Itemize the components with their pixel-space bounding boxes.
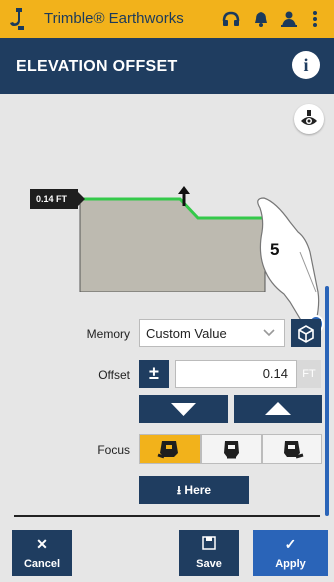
focus-option-right[interactable]	[262, 434, 322, 464]
eye-view-button[interactable]	[294, 104, 324, 134]
focus-label: Focus	[97, 443, 130, 457]
cancel-button[interactable]: ✕ Cancel	[12, 530, 72, 576]
offset-label: Offset	[98, 368, 130, 382]
info-icon[interactable]: i	[292, 51, 320, 79]
offset-value-input[interactable]: 0.14	[175, 360, 297, 388]
box-icon	[298, 325, 314, 343]
offset-down-button[interactable]	[139, 395, 228, 423]
person-icon[interactable]	[280, 10, 298, 28]
headset-icon[interactable]	[222, 10, 240, 28]
focus-option-left[interactable]	[139, 434, 201, 464]
status-bar: Trimble® Earthworks	[0, 0, 334, 38]
app-title: Trimble® Earthworks	[44, 10, 184, 27]
download-icon: ⭳	[176, 483, 182, 497]
chevron-down-icon	[263, 329, 275, 337]
apply-button[interactable]: ✓ Apply	[253, 530, 328, 576]
arrow-up-icon	[265, 402, 291, 415]
close-icon: ✕	[36, 536, 48, 552]
plus-minus-button[interactable]: ±	[139, 360, 169, 388]
eye-view-icon	[301, 110, 317, 125]
offset-up-button[interactable]	[234, 395, 322, 423]
save-icon	[179, 536, 239, 553]
excavator-icon[interactable]	[8, 6, 30, 32]
page-title: ELEVATION OFFSET	[16, 58, 178, 75]
bucket-focus-center-icon	[224, 441, 239, 459]
here-label: Here	[184, 483, 212, 497]
bucket-focus-left-icon	[157, 441, 178, 459]
scrollbar[interactable]	[325, 286, 329, 516]
memory-select[interactable]: Custom Value	[139, 319, 285, 347]
offset-tag: 0.14 FT	[30, 189, 85, 209]
bell-icon[interactable]	[252, 10, 270, 28]
more-vertical-icon[interactable]	[310, 10, 320, 28]
offset-unit: FT	[297, 360, 321, 388]
arrow-down-icon	[171, 403, 196, 416]
check-icon: ✓	[284, 536, 297, 552]
step-callout: 5	[270, 240, 280, 259]
page-header: ELEVATION OFFSET i	[0, 38, 334, 94]
cancel-label: Cancel	[23, 558, 61, 570]
section-divider	[14, 515, 320, 517]
info-glyph: i	[303, 55, 309, 75]
memory-select-value: Custom Value	[146, 326, 227, 341]
save-label: Save	[196, 558, 222, 570]
memory-label: Memory	[86, 327, 130, 341]
bucket-focus-right-icon	[284, 441, 304, 459]
apply-label: Apply	[275, 558, 306, 570]
here-button[interactable]: ⭳ Here	[139, 476, 249, 504]
focus-option-center[interactable]	[201, 434, 262, 464]
save-button[interactable]: Save	[179, 530, 239, 576]
memory-store-button[interactable]	[291, 319, 321, 347]
